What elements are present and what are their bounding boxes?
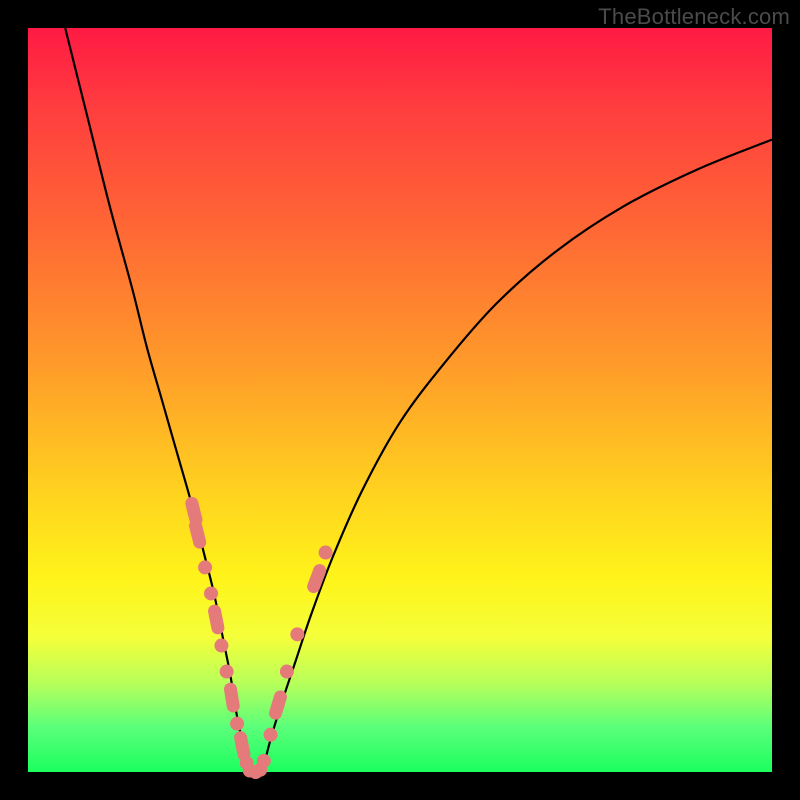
data-marker	[290, 627, 304, 641]
data-markers	[184, 495, 333, 779]
left-curve	[65, 28, 248, 772]
data-marker	[280, 665, 294, 679]
data-marker	[207, 603, 226, 635]
watermark-text: TheBottleneck.com	[598, 4, 790, 30]
data-marker	[253, 763, 267, 777]
data-marker	[267, 689, 288, 721]
data-marker	[214, 639, 228, 653]
right-curve	[262, 140, 772, 772]
data-marker	[220, 665, 234, 679]
plot-area	[28, 28, 772, 772]
data-marker	[198, 560, 212, 574]
data-marker	[204, 586, 218, 600]
chart-frame: TheBottleneck.com	[0, 0, 800, 800]
data-marker	[319, 546, 333, 560]
chart-svg	[28, 28, 772, 772]
data-marker	[223, 682, 241, 714]
data-marker	[264, 728, 278, 742]
data-marker	[230, 717, 244, 731]
data-marker	[188, 518, 208, 550]
